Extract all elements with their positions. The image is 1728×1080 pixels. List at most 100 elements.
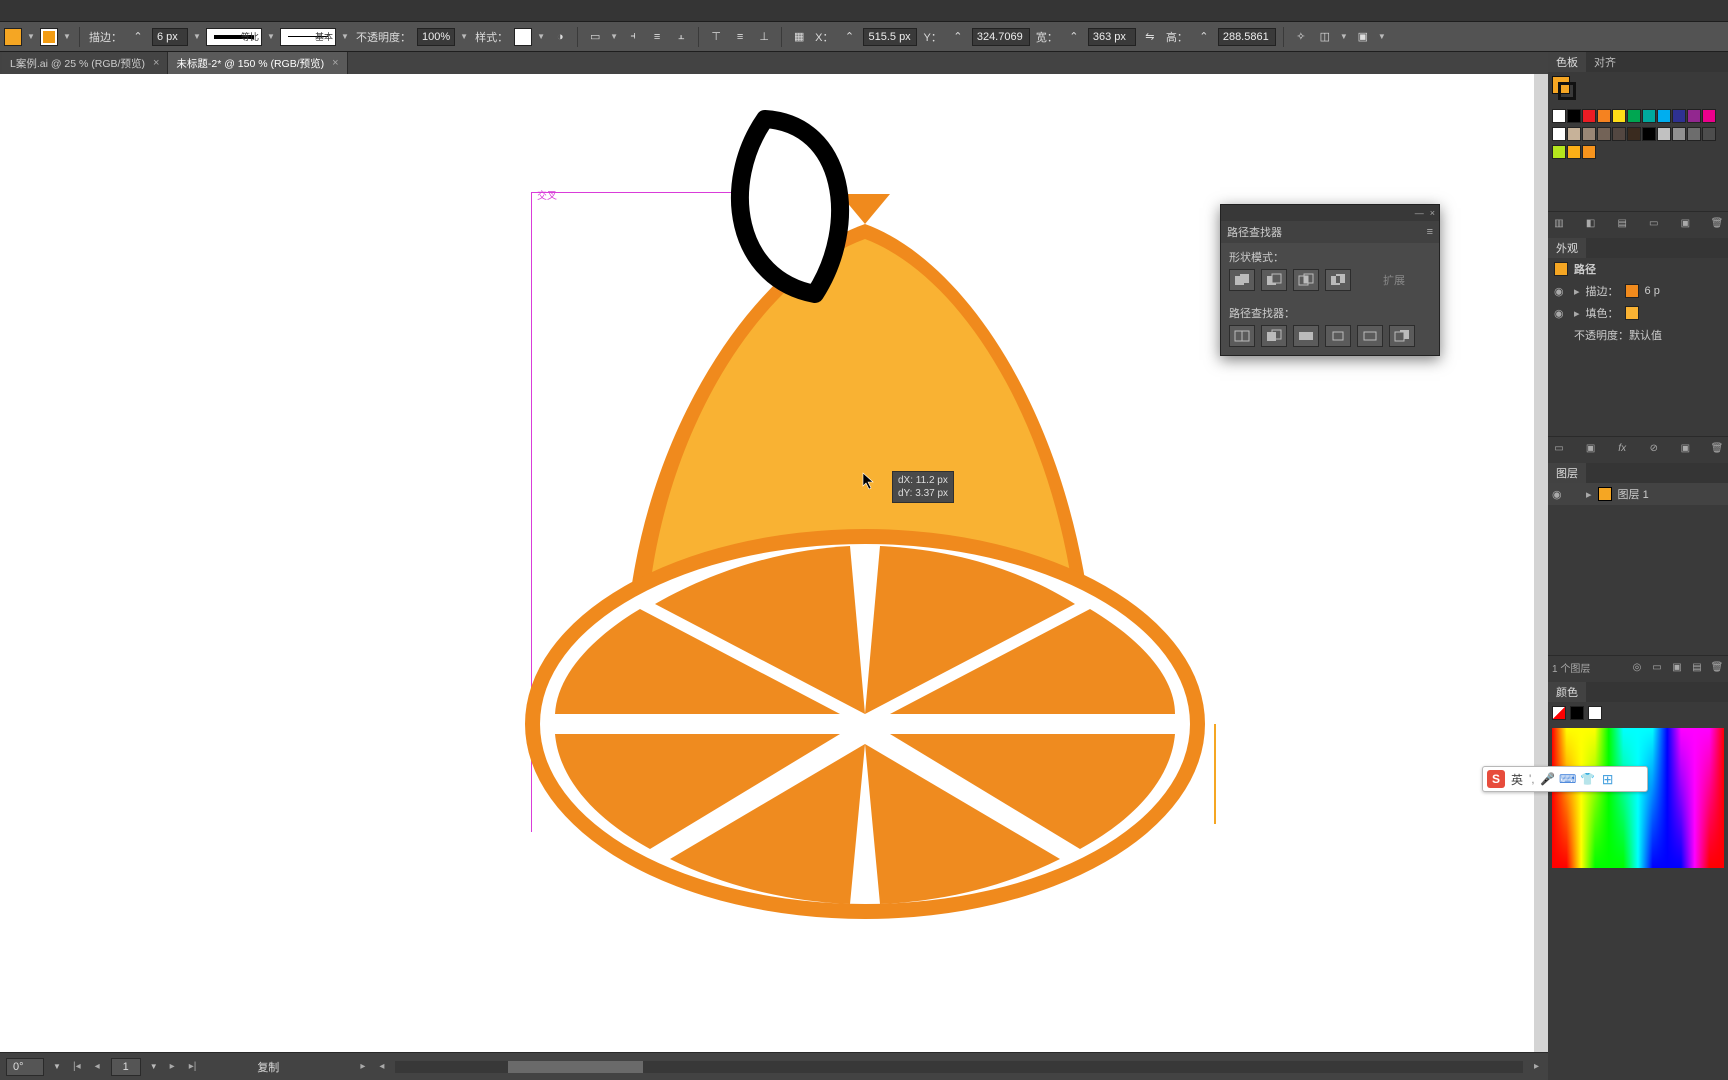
minus-back-button[interactable] (1389, 325, 1415, 347)
layer-row-1[interactable]: ◉ ▸ 图层 1 (1548, 483, 1728, 505)
prev-artboard-icon[interactable]: ◂ (92, 1061, 103, 1072)
swatch[interactable] (1687, 109, 1701, 123)
swatches-fillstroke-proxy[interactable] (1548, 72, 1728, 107)
expand-button[interactable]: 扩展 (1357, 269, 1431, 291)
layer-visibility-eye-icon[interactable]: ◉ (1552, 488, 1566, 501)
swatch[interactable] (1627, 109, 1641, 123)
swatch[interactable] (1567, 109, 1581, 123)
align-tab[interactable]: 对齐 (1586, 52, 1624, 72)
x-field[interactable]: 515.5 px (863, 28, 917, 46)
new-layer-icon[interactable]: ▤ (1690, 660, 1704, 674)
color-tab[interactable]: 颜色 (1548, 682, 1586, 702)
constrain-wh-icon[interactable]: ⇋ (1140, 27, 1160, 47)
align-hcenter-icon[interactable]: ≡ (647, 27, 667, 47)
swatch[interactable] (1672, 109, 1686, 123)
swatches-tab[interactable]: 色板 (1548, 52, 1586, 72)
canvas-vertical-scrollbar[interactable] (1534, 74, 1548, 1052)
ime-skin-icon[interactable]: 👕 (1581, 772, 1595, 786)
trash-icon[interactable]: 🗑 (1710, 441, 1724, 455)
pathfinder-tab-label[interactable]: 路径查找器 (1227, 224, 1282, 240)
swatch[interactable] (1582, 145, 1596, 159)
appearance-opacity-row[interactable]: 不透明度：默认值 (1548, 324, 1728, 346)
ime-mic-icon[interactable]: 🎤 (1541, 772, 1555, 786)
y-field[interactable]: 324.7069 (972, 28, 1030, 46)
swatch[interactable] (1597, 127, 1611, 141)
align-top-icon[interactable]: ⊤ (706, 27, 726, 47)
clear-icon[interactable]: ⊘ (1647, 441, 1661, 455)
swatch[interactable] (1657, 127, 1671, 141)
op3-drop[interactable]: ▼ (1377, 28, 1387, 46)
layers-tab[interactable]: 图层 (1548, 463, 1586, 483)
align-vcenter-icon[interactable]: ≡ (730, 27, 750, 47)
recolor-artwork-icon[interactable]: ◑ (550, 27, 570, 47)
align-bottom-icon[interactable]: ⊥ (754, 27, 774, 47)
shape-op3-icon[interactable]: ▣ (1353, 27, 1373, 47)
ime-language-bar[interactable]: S 英 ', 🎤 ⌨ 👕 ⊞ (1482, 766, 1648, 792)
document-tab-2[interactable]: 未标题-2* @ 150 % (RGB/预览) × (168, 52, 347, 74)
divide-button[interactable] (1229, 325, 1255, 347)
swatch[interactable] (1672, 127, 1686, 141)
shape-op1-icon[interactable]: ✧ (1291, 27, 1311, 47)
swatch[interactable] (1642, 127, 1656, 141)
swatch[interactable] (1612, 109, 1626, 123)
minimize-icon[interactable]: — (1415, 208, 1424, 218)
pathfinder-panel[interactable]: — × 路径查找器 ≡ 形状模式： 扩展 路径查找器： (1220, 204, 1440, 356)
w-stepper[interactable]: ⌃ (1064, 27, 1084, 47)
close-icon[interactable]: × (1430, 208, 1435, 218)
style-dropdown[interactable]: ▼ (536, 28, 546, 46)
color-spectrum[interactable] (1552, 728, 1724, 868)
ime-keyboard-icon[interactable]: ⌨ (1561, 772, 1575, 786)
layer-name[interactable]: 图层 1 (1618, 486, 1649, 502)
align-right-icon[interactable]: ⫠ (671, 27, 691, 47)
white-swatch[interactable] (1588, 706, 1602, 720)
swatch[interactable] (1657, 109, 1671, 123)
locate-object-icon[interactable]: ◎ (1630, 660, 1644, 674)
crop-button[interactable] (1325, 325, 1351, 347)
trash-icon[interactable]: 🗑 (1710, 660, 1724, 674)
fill-dropdown[interactable]: ▼ (26, 28, 36, 46)
brush-definition[interactable]: 基本 (280, 28, 336, 46)
artboard-number-field[interactable]: 1 (111, 1058, 141, 1076)
trim-button[interactable] (1261, 325, 1287, 347)
swatch[interactable] (1567, 127, 1581, 141)
rotation-dropdown[interactable]: ▼ (52, 1058, 62, 1076)
swatch-libraries-icon[interactable]: ▥ (1552, 216, 1566, 230)
fill-attr-swatch[interactable] (1625, 306, 1639, 320)
rotation-field[interactable]: 0° (6, 1058, 44, 1076)
swatch[interactable] (1612, 127, 1626, 141)
swatch[interactable] (1642, 109, 1656, 123)
intersect-button[interactable] (1293, 269, 1319, 291)
shape-op2-icon[interactable]: ◫ (1315, 27, 1335, 47)
graphic-style-swatch[interactable] (514, 28, 532, 46)
fill-swatch[interactable] (4, 28, 22, 46)
width-profile-dropdown[interactable]: ▼ (266, 28, 276, 46)
panel-menu-icon[interactable]: ≡ (1427, 226, 1433, 238)
duplicate-icon[interactable]: ▣ (1678, 441, 1692, 455)
opacity-dropdown[interactable]: ▼ (459, 28, 469, 46)
make-clip-icon[interactable]: ▭ (1650, 660, 1664, 674)
document-tab-1[interactable]: L案例.ai @ 25 % (RGB/预览) × (2, 52, 168, 74)
op2-drop[interactable]: ▼ (1339, 28, 1349, 46)
stroke-weight-field[interactable]: 6 px (152, 28, 188, 46)
y-stepper[interactable]: ⌃ (948, 27, 968, 47)
h-field[interactable]: 288.5861 (1218, 28, 1276, 46)
close-tab-1-icon[interactable]: × (153, 57, 159, 69)
appearance-tab[interactable]: 外观 (1548, 238, 1586, 258)
black-swatch[interactable] (1570, 706, 1584, 720)
hscroll-left-icon[interactable]: ▸ (357, 1061, 368, 1072)
pathfinder-titlebar[interactable]: — × (1221, 205, 1439, 221)
ime-toolbox-icon[interactable]: ⊞ (1601, 772, 1615, 786)
swatch[interactable] (1567, 145, 1581, 159)
exclude-button[interactable] (1325, 269, 1351, 291)
new-stroke-icon[interactable]: ▭ (1552, 441, 1566, 455)
next-artboard-icon[interactable]: ▸ (167, 1061, 178, 1072)
merge-button[interactable] (1293, 325, 1319, 347)
appearance-stroke-row[interactable]: ◉ ▸ 描边： 6 p (1548, 280, 1728, 302)
stroke-link-icon[interactable]: ⌃ (128, 27, 148, 47)
visibility-eye-icon[interactable]: ◉ (1554, 307, 1568, 320)
w-field[interactable]: 363 px (1088, 28, 1136, 46)
swatch[interactable] (1552, 109, 1566, 123)
ime-lang-label[interactable]: 英 (1511, 771, 1523, 788)
brush-dropdown[interactable]: ▼ (340, 28, 350, 46)
color-mode-dropdown[interactable]: ▼ (62, 28, 72, 46)
